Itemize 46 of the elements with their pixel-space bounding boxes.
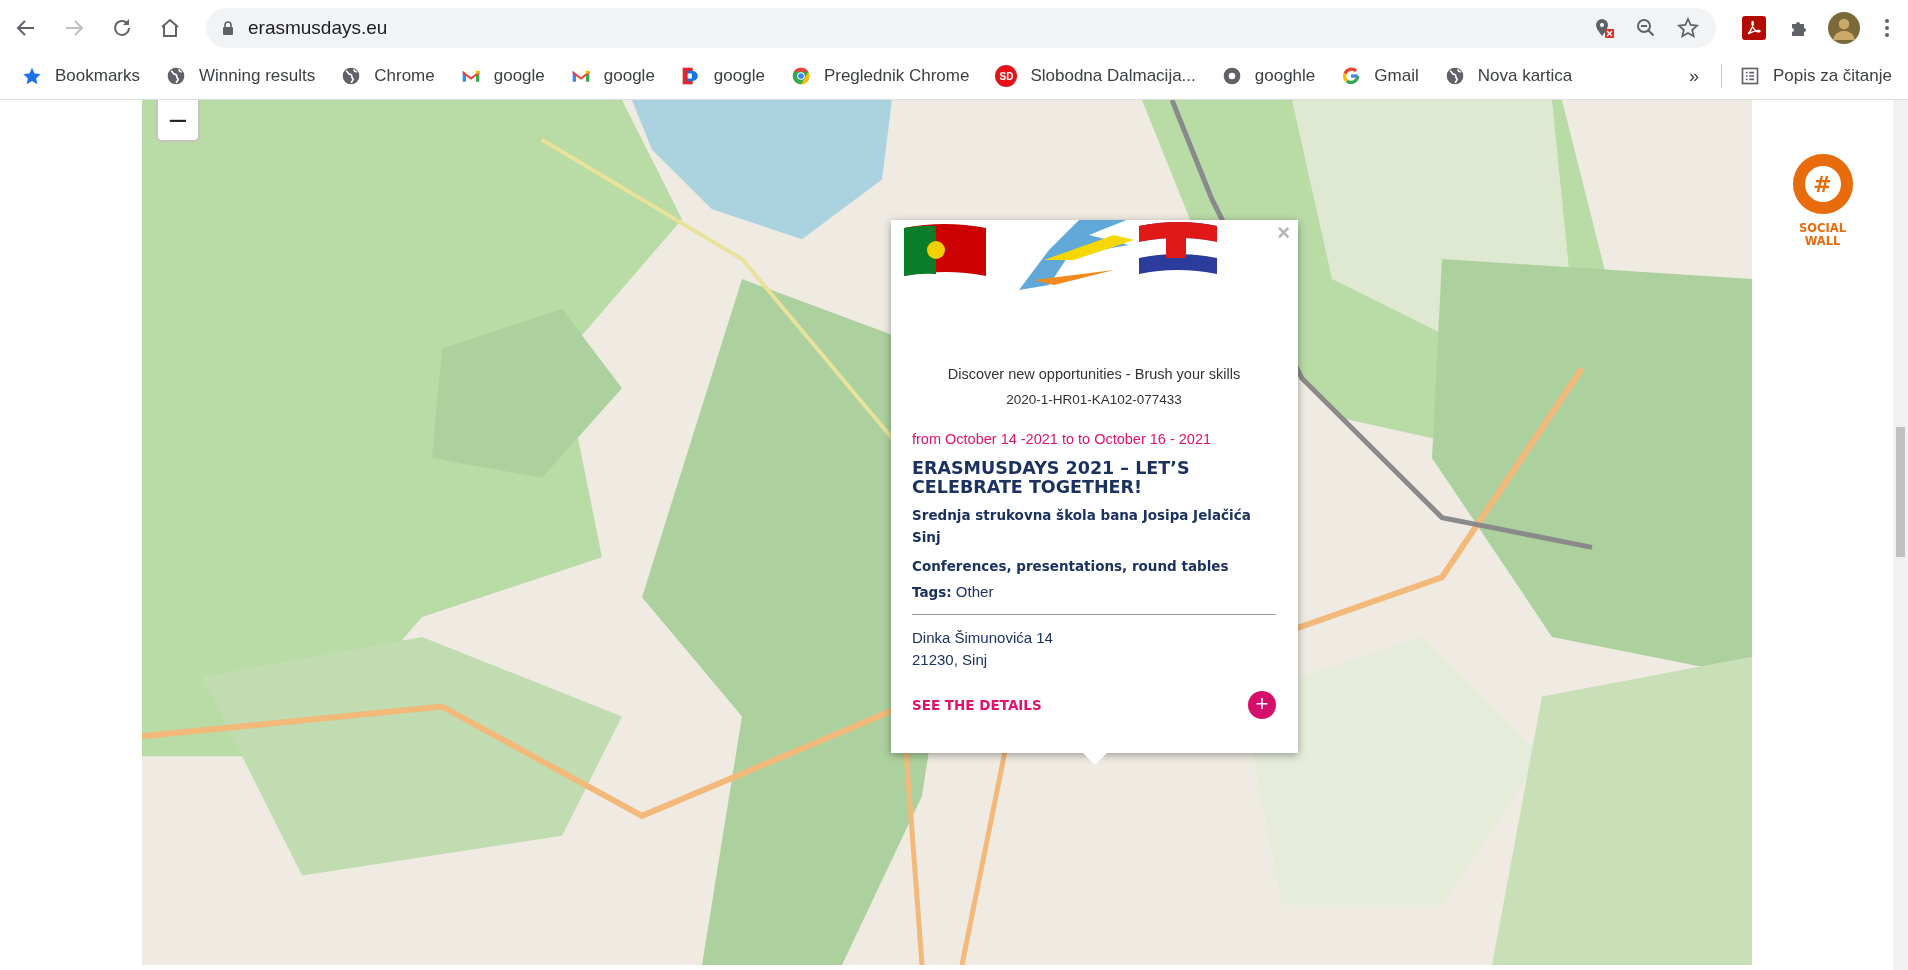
bookmark[interactable]: SD Slobodna Dalmacija... xyxy=(995,65,1196,87)
bookmark-label: Slobodna Dalmacija... xyxy=(1030,66,1196,86)
bookmark-label: Gmail xyxy=(1374,66,1419,86)
globe-icon xyxy=(341,66,362,86)
reading-list-label: Popis za čitanje xyxy=(1772,66,1892,86)
bookmark-label: google xyxy=(603,66,655,86)
hashtag-icon: # xyxy=(1792,154,1853,214)
chrome-icon xyxy=(790,66,811,86)
bookmark-label: Preglednik Chrome xyxy=(823,66,970,86)
bookmark[interactable]: Nova kartica xyxy=(1444,66,1573,86)
avatar-icon[interactable] xyxy=(1828,12,1860,44)
globe-icon xyxy=(166,66,187,86)
social-wall-label: SOCIAL xyxy=(1799,222,1846,235)
bookmark-label: google xyxy=(713,66,765,86)
star-icon[interactable] xyxy=(1676,16,1700,40)
bookmark-label: google xyxy=(493,66,545,86)
menu-icon[interactable] xyxy=(1884,18,1890,38)
bookmark[interactable]: Chrome xyxy=(341,66,435,86)
bookmark[interactable]: google xyxy=(460,66,545,86)
document-icon xyxy=(680,66,701,86)
bookmark-label: Winning results xyxy=(199,66,316,86)
site-badge: SD xyxy=(995,65,1018,87)
url-text: erasmusdays.eu xyxy=(248,17,388,39)
bookmark[interactable]: Gmail xyxy=(1341,66,1419,86)
bookmark-label: googhle xyxy=(1254,66,1316,86)
bookmark[interactable]: google xyxy=(570,66,655,86)
google-icon xyxy=(1341,66,1362,86)
bookmark-label: Nova kartica xyxy=(1477,66,1573,86)
reading-list-button[interactable]: Popis za čitanje xyxy=(1739,66,1892,86)
bookmark[interactable]: google xyxy=(680,66,765,86)
star-icon xyxy=(22,66,42,86)
bookmark[interactable]: googhle xyxy=(1221,66,1316,86)
globe-icon xyxy=(1444,66,1465,86)
scroll-bar[interactable] xyxy=(1893,100,1908,970)
bookmark[interactable]: Bookmarks xyxy=(22,66,141,86)
address-bar[interactable]: erasmusdays.eu xyxy=(206,8,1716,48)
lock-icon xyxy=(220,20,236,36)
bookmark-label: Bookmarks xyxy=(55,66,141,86)
bookmark[interactable]: Preglednik Chrome xyxy=(790,66,970,86)
more-bookmarks-button[interactable]: » xyxy=(1684,65,1703,87)
bookmark-label: Chrome xyxy=(374,66,435,86)
pdf-extension-icon[interactable] xyxy=(1742,16,1766,40)
ring-icon xyxy=(1221,66,1242,86)
list-icon xyxy=(1739,66,1760,86)
bookmark[interactable]: Winning results xyxy=(166,66,316,86)
social-wall-label: WALL xyxy=(1804,235,1841,248)
